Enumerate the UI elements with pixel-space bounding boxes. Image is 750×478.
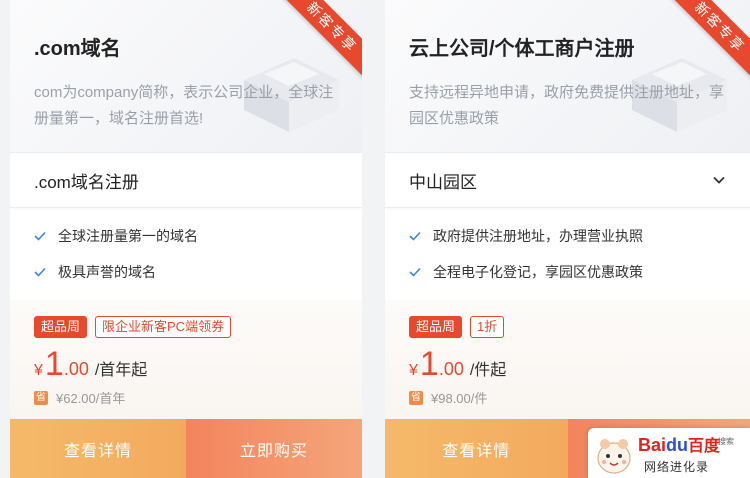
promo-badges: 超品周 限企业新客PC端领券 [34, 316, 338, 338]
original-price: 省 ¥62.00/首年 [34, 388, 338, 407]
product-card-com-domain: 新客专享 .com域名 com为company简称，表示公司企业，全球注册量第一… [10, 0, 362, 478]
feature-item: 政府提供注册地址，办理营业执照 [409, 226, 726, 245]
feature-text: 全球注册量第一的域名 [58, 227, 198, 244]
check-icon [34, 267, 46, 277]
watermark-subtitle: 网络进化录 [644, 460, 710, 474]
check-icon [34, 231, 46, 241]
card-actions: 查看详情 立即购买 [10, 419, 362, 478]
baidu-watermark: Baidu百度 搜索 网络进化录 [588, 428, 750, 478]
park-select[interactable]: 中山园区 [385, 152, 750, 208]
price-decimal: .00 [63, 359, 89, 379]
spec-select-value: .com域名注册 [34, 172, 139, 192]
card-description: 支持远程异地申请，政府免费提供注册地址，享园区优惠政策 [409, 84, 725, 127]
original-price-text: ¥62.00/首年 [56, 391, 126, 406]
promo-badges: 超品周 1折 [409, 316, 726, 338]
card-title: .com域名 [34, 38, 121, 60]
spec-select[interactable]: .com域名注册 [10, 152, 362, 208]
check-icon [409, 267, 421, 277]
buy-now-button[interactable]: 立即购买 [186, 419, 362, 478]
cartoon-mascot-icon [597, 439, 631, 474]
card-title: 云上公司/个体工商户注册 [409, 38, 635, 60]
feature-item: 全程电子化登记，享园区优惠政策 [409, 262, 726, 281]
view-details-button[interactable]: 查看详情 [385, 419, 568, 478]
price: ¥ 1 .00 /件起 [409, 344, 726, 384]
price-currency: ¥ [409, 362, 418, 379]
price-integer: 1 [419, 345, 439, 383]
price-area: 超品周 限企业新客PC端领券 ¥ 1 .00 /首年起 省 ¥62.00/首年 [10, 300, 362, 419]
promo-badge-week: 超品周 [409, 316, 463, 338]
promo-badge-coupon[interactable]: 限企业新客PC端领券 [95, 316, 232, 338]
save-mark-icon: 省 [409, 390, 423, 405]
view-details-button[interactable]: 查看详情 [10, 419, 186, 478]
search-hint: 搜索 [718, 437, 734, 446]
original-price: 省 ¥98.00/件 [409, 388, 726, 407]
price-decimal: .00 [438, 359, 464, 379]
price-unit: /首年起 [94, 362, 148, 379]
feature-item: 全球注册量第一的域名 [34, 226, 338, 245]
product-card-company-registration: 新客专享 云上公司/个体工商户注册 支持远程异地申请，政府免费提供注册地址，享园… [385, 0, 750, 478]
promo-badge-discount: 1折 [470, 316, 505, 338]
price-unit: /件起 [469, 362, 507, 379]
price: ¥ 1 .00 /首年起 [34, 344, 338, 384]
card-header: 新客专享 .com域名 com为company简称，表示公司企业，全球注册量第一… [10, 0, 362, 152]
original-price-text: ¥98.00/件 [431, 391, 488, 406]
feature-text: 极具声誉的域名 [58, 263, 156, 280]
price-integer: 1 [44, 345, 64, 383]
card-header: 新客专享 云上公司/个体工商户注册 支持远程异地申请，政府免费提供注册地址，享园… [385, 0, 750, 152]
check-icon [409, 231, 421, 241]
feature-text: 全程电子化登记，享园区优惠政策 [433, 263, 643, 280]
card-description: com为company简称，表示公司企业，全球注册量第一，域名注册首选! [34, 84, 334, 127]
baidu-logo: Baidu百度 [638, 435, 721, 455]
feature-text: 政府提供注册地址，办理营业执照 [433, 227, 643, 244]
chevron-down-icon[interactable] [712, 173, 726, 187]
feature-list: 政府提供注册地址，办理营业执照 全程电子化登记，享园区优惠政策 [385, 208, 750, 301]
feature-item: 极具声誉的域名 [34, 262, 338, 281]
price-currency: ¥ [34, 362, 43, 379]
price-area: 超品周 1折 ¥ 1 .00 /件起 省 ¥98.00/件 [385, 300, 750, 419]
save-mark-icon: 省 [34, 390, 48, 405]
promo-badge-week: 超品周 [34, 316, 88, 338]
park-select-value: 中山园区 [409, 172, 477, 192]
feature-list: 全球注册量第一的域名 极具声誉的域名 [10, 208, 362, 301]
